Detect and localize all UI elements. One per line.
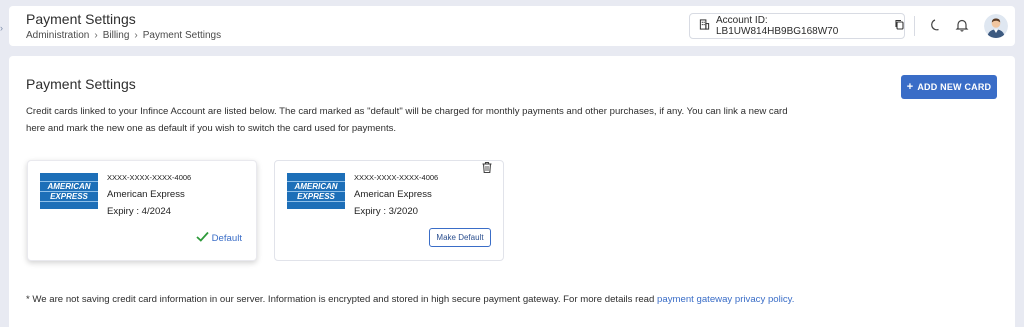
- breadcrumb-administration[interactable]: Administration: [26, 30, 89, 41]
- header-divider: [914, 16, 915, 36]
- default-badge: Default: [195, 231, 242, 245]
- credit-card-secondary[interactable]: AMERICAN EXPRESS XXXX-XXXX-XXXX-4006 Ame…: [274, 160, 504, 261]
- copy-icon[interactable]: [894, 19, 904, 33]
- moon-icon[interactable]: [929, 18, 945, 34]
- security-footnote: * We are not saving credit card informat…: [26, 294, 794, 305]
- card-number: XXXX-XXXX-XXXX-4006: [107, 173, 192, 182]
- privacy-policy-link[interactable]: payment gateway privacy policy.: [657, 294, 794, 305]
- card-expiry: Expiry : 3/2020: [354, 206, 418, 217]
- amex-logo: AMERICAN EXPRESS: [287, 173, 345, 209]
- card-number: XXXX-XXXX-XXXX-4006: [354, 173, 439, 182]
- breadcrumb-billing[interactable]: Billing: [103, 30, 130, 41]
- add-new-card-label: ADD NEW CARD: [917, 82, 992, 92]
- account-id-label: Account ID: LB1UW814HB9BG168W70: [716, 15, 839, 37]
- make-default-button[interactable]: Make Default: [429, 228, 491, 247]
- credit-card-default[interactable]: AMERICAN EXPRESS XXXX-XXXX-XXXX-4006 Ame…: [27, 160, 257, 261]
- amex-logo: AMERICAN EXPRESS: [40, 173, 98, 209]
- add-new-card-button[interactable]: + ADD NEW CARD: [901, 75, 997, 99]
- building-icon: [699, 19, 710, 33]
- card-expiry: Expiry : 4/2024: [107, 206, 171, 217]
- avatar[interactable]: [984, 14, 1008, 38]
- section-title: Payment Settings: [26, 76, 136, 92]
- chevron-right-icon: ›: [134, 30, 138, 41]
- breadcrumb-payment-settings: Payment Settings: [142, 30, 222, 41]
- check-icon: [195, 231, 209, 245]
- card-brand: American Express: [354, 189, 432, 200]
- cards-description: Credit cards linked to your Infince Acco…: [26, 106, 788, 134]
- breadcrumb: Administration › Billing › Payment Setti…: [26, 30, 221, 41]
- top-header: Payment Settings Administration › Billin…: [9, 6, 1015, 46]
- plus-icon: +: [906, 81, 914, 93]
- default-label: Default: [211, 232, 242, 244]
- card-brand: American Express: [107, 189, 185, 200]
- account-id-box: Account ID: LB1UW814HB9BG168W70: [689, 13, 905, 39]
- payment-settings-panel: Payment Settings + ADD NEW CARD Credit c…: [9, 56, 1015, 327]
- chevron-right-icon: ›: [94, 30, 98, 41]
- trash-icon[interactable]: [481, 161, 493, 174]
- footnote-text: * We are not saving credit card informat…: [26, 294, 655, 305]
- sidebar-expand-icon[interactable]: ›: [0, 22, 6, 34]
- bell-icon[interactable]: [955, 18, 971, 34]
- page-title: Payment Settings: [26, 11, 136, 27]
